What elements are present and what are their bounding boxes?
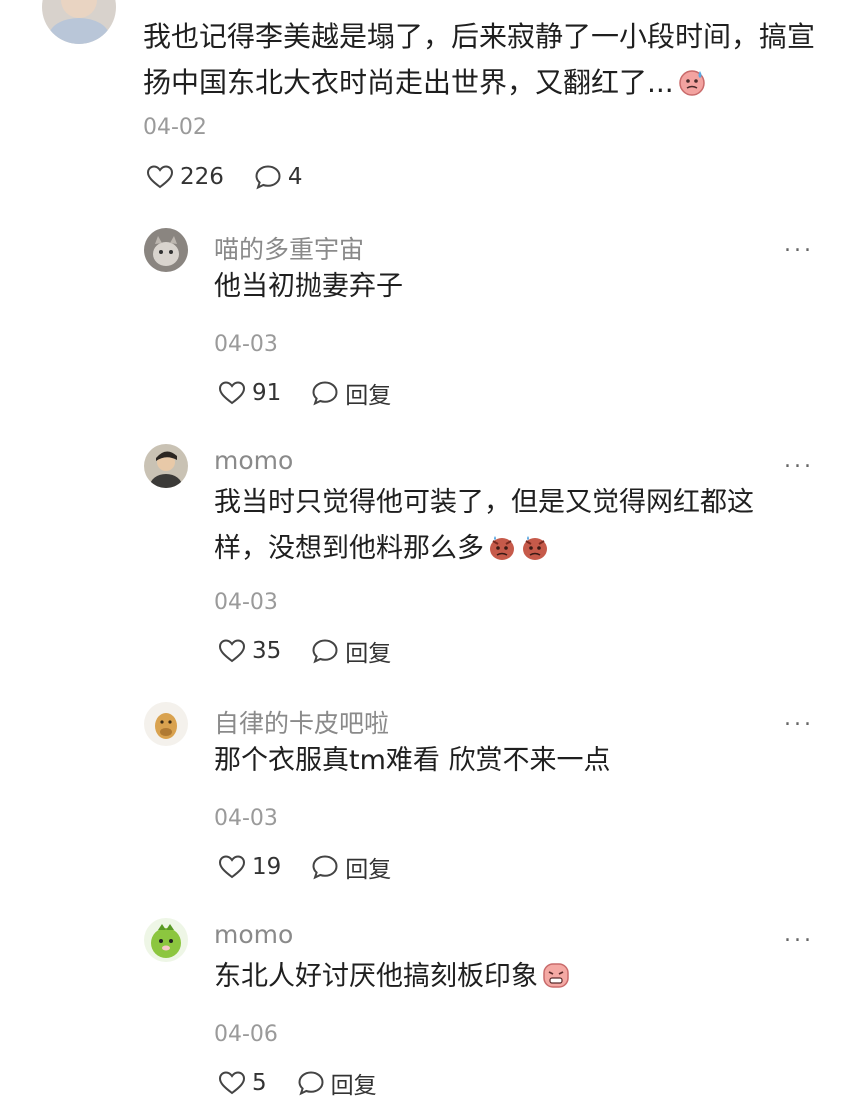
main-comment-avatar[interactable] [42,0,116,44]
reply-username[interactable]: momo [214,920,293,949]
angry-face-emoji-icon [487,532,517,562]
heart-icon [218,1070,246,1096]
comment-count: 4 [287,164,303,190]
comment-thread: 我也记得李美越是塌了，后来寂静了一小段时间，搞宣扬中国东北大衣时尚走出世界，又翻… [0,0,852,1098]
main-comment-date: 04-02 [143,115,207,140]
reply-actions: 35 回复 [218,634,421,668]
heart-icon [146,164,174,190]
reply-date: 04-03 [214,332,278,357]
capybara-avatar-icon[interactable] [144,702,188,746]
heart-icon [218,380,246,406]
reply-item: momo ... 东北人好讨厌他搞刻板印象 04-06 5 回复 [0,918,852,1098]
reply-button[interactable]: 回复 [311,634,391,668]
reply-button[interactable]: 回复 [297,1066,377,1098]
heart-icon [218,854,246,880]
reply-date: 04-03 [214,590,278,615]
like-count: 19 [252,854,282,880]
cat-avatar-icon[interactable] [144,228,188,272]
more-options-icon[interactable]: ... [784,922,814,947]
reply-actions: 19 回复 [218,850,421,884]
more-options-icon[interactable]: ... [784,448,814,473]
like-button[interactable]: 35 [218,638,281,664]
main-comment: 我也记得李美越是塌了，后来寂静了一小段时间，搞宣扬中国东北大衣时尚走出世界，又翻… [0,0,852,210]
like-count: 35 [252,638,282,664]
comment-bubble-icon [311,854,339,880]
disgusted-face-emoji-icon [541,960,571,990]
reply-button[interactable]: 回复 [311,376,391,410]
like-count: 5 [252,1070,267,1096]
reply-date: 04-03 [214,806,278,831]
reply-text: 那个衣服真tm难看 欣赏不来一点 [214,745,611,776]
more-options-icon[interactable]: ... [784,232,814,257]
like-button[interactable]: 226 [146,164,224,190]
like-button[interactable]: 5 [218,1070,267,1096]
comment-bubble-icon [311,638,339,664]
comment-bubble-icon [311,380,339,406]
reply-actions: 91 回复 [218,376,421,410]
comment-button[interactable]: 4 [254,164,303,190]
reply-actions: 5 回复 [218,1066,407,1098]
green-cartoon-avatar-icon[interactable] [144,918,188,962]
reply-username[interactable]: momo [214,446,293,475]
reply-text: 东北人好讨厌他搞刻板印象 [214,954,804,1000]
reply-username[interactable]: 喵的多重宇宙 [214,230,364,266]
reply-button[interactable]: 回复 [311,850,391,884]
reply-username[interactable]: 自律的卡皮吧啦 [214,704,389,740]
comment-bubble-icon [297,1070,325,1096]
like-count: 226 [180,164,224,190]
reply-label: 回复 [330,1073,377,1098]
main-comment-text: 我也记得李美越是塌了，后来寂静了一小段时间，搞宣扬中国东北大衣时尚走出世界，又翻… [143,20,816,99]
reply-item: momo ... 我当时只觉得他可装了，但是又觉得网红都这样，没想到他料那么多 … [0,444,852,674]
reply-label: 回复 [345,383,392,409]
like-button[interactable]: 91 [218,380,281,406]
more-options-icon[interactable]: ... [784,706,814,731]
main-comment-actions: 226 4 [146,160,333,194]
reply-item: 喵的多重宇宙 ... 他当初抛妻弃子 04-03 91 回复 [0,228,852,418]
like-button[interactable]: 19 [218,854,281,880]
comment-bubble-icon [254,164,282,190]
reply-text: 我当时只觉得他可装了，但是又觉得网红都这样，没想到他料那么多 [214,487,754,564]
sweating-face-emoji-icon [677,67,707,97]
reply-text: 他当初抛妻弃子 [214,271,403,302]
heart-icon [218,638,246,664]
reply-label: 回复 [345,641,392,667]
reply-date: 04-06 [214,1022,278,1047]
reply-label: 回复 [345,857,392,883]
reply-item: 自律的卡皮吧啦 ... 那个衣服真tm难看 欣赏不来一点 04-03 19 回复 [0,702,852,892]
like-count: 91 [252,380,282,406]
angry-face-emoji-icon [520,532,550,562]
person-avatar-icon[interactable] [144,444,188,488]
